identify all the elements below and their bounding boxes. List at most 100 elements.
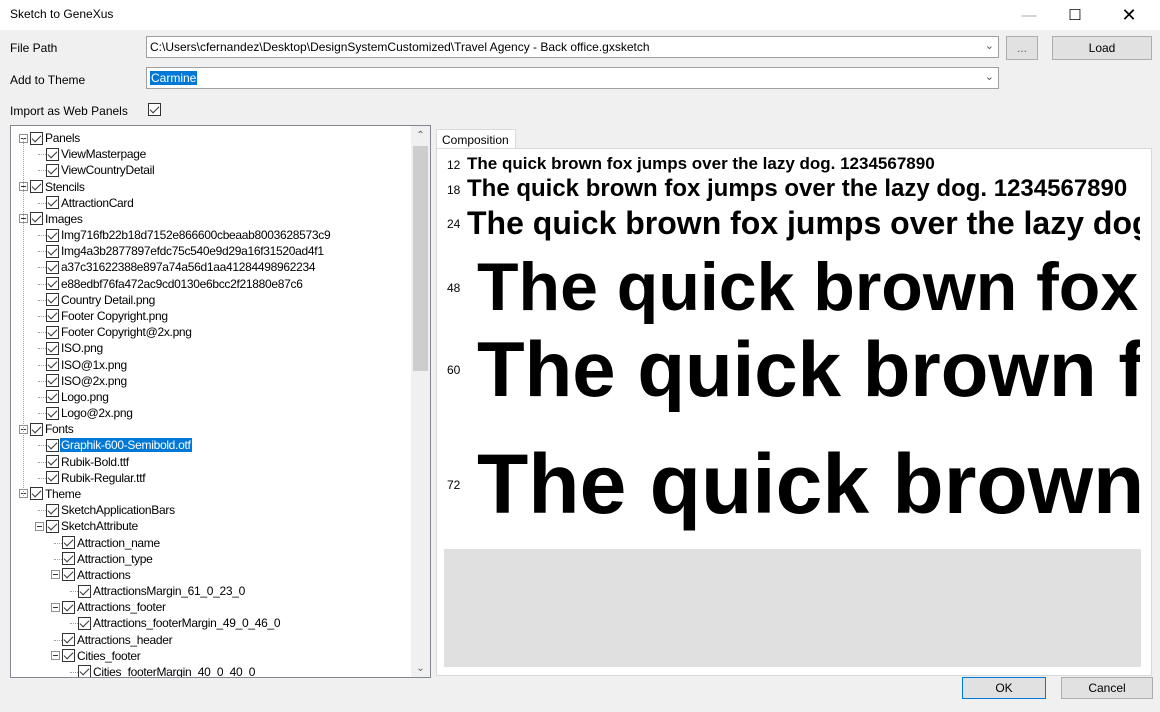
- tree-item-label: SketchAttribute: [61, 519, 138, 534]
- tree-checkbox[interactable]: [46, 358, 59, 372]
- tree-leaf[interactable]: AttractionCard: [46, 195, 135, 211]
- font-sample-row: 12 The quick brown fox jumps over the laz…: [437, 153, 1140, 175]
- tree-checkbox[interactable]: [46, 374, 59, 388]
- tree-checkbox[interactable]: [46, 228, 59, 242]
- tree-checkbox[interactable]: [62, 568, 75, 582]
- scroll-up-icon[interactable]: ⌃: [411, 126, 430, 144]
- tree-leaf[interactable]: Graphik-600-Semibold.otf: [46, 437, 193, 454]
- theme-combo[interactable]: Carmine ⌄: [146, 67, 999, 89]
- tree-checkbox[interactable]: [46, 438, 59, 452]
- tree-checkbox[interactable]: [30, 212, 43, 226]
- asset-tree[interactable]: Panels ViewMasterpage ViewCountryDetail Ste…: [10, 125, 431, 678]
- tree-checkbox[interactable]: [78, 584, 91, 598]
- tree-checkbox[interactable]: [46, 260, 59, 274]
- import-checkbox[interactable]: [148, 103, 161, 116]
- tree-checkbox[interactable]: [62, 600, 75, 614]
- tree-checkbox[interactable]: [46, 147, 59, 161]
- tree-node[interactable]: Panels: [19, 130, 81, 146]
- tree-leaf[interactable]: Footer Copyright@2x.png: [46, 324, 193, 340]
- tree-node[interactable]: SketchAttribute: [35, 518, 139, 534]
- tree-checkbox[interactable]: [78, 616, 91, 630]
- tree-node[interactable]: Images: [19, 211, 84, 227]
- collapse-icon[interactable]: [51, 602, 60, 612]
- tab-composition[interactable]: Composition: [436, 129, 516, 149]
- chevron-down-icon[interactable]: ⌄: [985, 70, 994, 83]
- tree-connector: [38, 315, 46, 317]
- tree-checkbox[interactable]: [46, 471, 59, 485]
- tree-checkbox[interactable]: [46, 390, 59, 404]
- tree-checkbox[interactable]: [46, 309, 59, 323]
- minimize-icon[interactable]: —: [1006, 0, 1052, 30]
- tree-leaf[interactable]: Rubik-Bold.ttf: [46, 454, 130, 470]
- tree-checkbox[interactable]: [62, 633, 75, 647]
- tree-leaf[interactable]: AttractionsMargin_61_0_23_0: [78, 583, 246, 599]
- tree-node[interactable]: Fonts: [19, 421, 75, 437]
- tree-leaf[interactable]: ISO@1x.png: [46, 357, 128, 373]
- file-path-combo[interactable]: C:\Users\cfernandez\Desktop\DesignSystem…: [146, 36, 999, 58]
- tree-checkbox[interactable]: [30, 422, 43, 436]
- tree-checkbox[interactable]: [46, 519, 59, 533]
- tree-leaf[interactable]: Cities_footerMargin_40_0_40_0: [78, 664, 256, 677]
- tree-leaf[interactable]: ISO.png: [46, 340, 104, 356]
- scroll-thumb[interactable]: [413, 146, 428, 371]
- tree-checkbox[interactable]: [46, 455, 59, 469]
- scroll-down-icon[interactable]: ⌄: [411, 659, 430, 677]
- tree-node[interactable]: Attractions: [51, 567, 131, 583]
- tree-leaf[interactable]: Rubik-Regular.ttf: [46, 470, 146, 486]
- tree-checkbox[interactable]: [46, 163, 59, 177]
- close-icon[interactable]: ✕: [1106, 0, 1152, 30]
- tree-checkbox[interactable]: [62, 552, 75, 566]
- tree-checkbox[interactable]: [46, 341, 59, 355]
- tree-leaf[interactable]: e88edbf76fa472ac9cd0130e6bcc2f21880e87c6: [46, 276, 304, 292]
- tree-checkbox[interactable]: [78, 665, 91, 677]
- tree-leaf[interactable]: ViewMasterpage: [46, 146, 147, 162]
- tree-checkbox[interactable]: [46, 244, 59, 258]
- tree-checkbox[interactable]: [30, 180, 43, 194]
- tree-leaf[interactable]: Country Detail.png: [46, 292, 156, 308]
- tree-checkbox[interactable]: [62, 649, 75, 663]
- tree-checkbox[interactable]: [46, 196, 59, 210]
- tree-checkbox[interactable]: [46, 277, 59, 291]
- cancel-button[interactable]: Cancel: [1061, 677, 1153, 699]
- tree-node[interactable]: Cities_footer: [51, 648, 141, 664]
- tree-leaf[interactable]: ViewCountryDetail: [46, 162, 155, 178]
- tree-leaf[interactable]: Attraction_type: [62, 551, 154, 567]
- tree-leaf[interactable]: Img716fb22b18d7152e866600cbeaab800362857…: [46, 227, 331, 243]
- collapse-icon[interactable]: [51, 570, 60, 580]
- tree-checkbox[interactable]: [46, 325, 59, 339]
- maximize-icon[interactable]: ☐: [1052, 0, 1098, 30]
- font-size-label: 72: [447, 478, 461, 492]
- font-sample-text: The quick brown fox jumps over the lazy …: [467, 205, 1140, 241]
- tree-node[interactable]: Stencils: [19, 179, 86, 195]
- tree-leaf[interactable]: a37c31622388e897a74a56d1aa41284498962234: [46, 259, 316, 275]
- file-path-label: File Path: [10, 41, 58, 55]
- tree-node[interactable]: Theme: [19, 486, 82, 502]
- tree-checkbox[interactable]: [62, 536, 75, 549]
- collapse-icon[interactable]: [35, 521, 44, 531]
- collapse-icon[interactable]: [51, 651, 60, 661]
- tree-leaf[interactable]: Img4a3b2877897efdc75c540e9d29a16f31520ad…: [46, 243, 325, 259]
- tree-node[interactable]: Attractions_footer: [51, 599, 167, 615]
- tree-leaf[interactable]: Attraction_name: [62, 535, 161, 551]
- tree-checkbox[interactable]: [30, 131, 43, 145]
- tree-connector: [38, 348, 46, 350]
- tree-leaf[interactable]: SketchApplicationBars: [46, 502, 176, 518]
- tree-item-label: Attraction_name: [77, 535, 160, 550]
- tree-item-label: Footer Copyright@2x.png: [61, 325, 192, 340]
- tree-leaf[interactable]: ISO@2x.png: [46, 373, 128, 389]
- tree-leaf[interactable]: Footer Copyright.png: [46, 308, 169, 324]
- tree-checkbox[interactable]: [30, 487, 43, 501]
- tree-leaf[interactable]: Logo@2x.png: [46, 405, 134, 421]
- tree-checkbox[interactable]: [46, 503, 59, 517]
- browse-button[interactable]: ...: [1006, 36, 1038, 60]
- tree-leaf[interactable]: Attractions_header: [62, 632, 173, 648]
- tree-leaf[interactable]: Attractions_footerMargin_49_0_46_0: [78, 615, 281, 631]
- tree-checkbox[interactable]: [46, 406, 59, 420]
- chevron-down-icon[interactable]: ⌄: [985, 39, 994, 52]
- ok-button[interactable]: OK: [962, 677, 1046, 699]
- tree-checkbox[interactable]: [46, 293, 59, 307]
- tree-item-label: Theme: [45, 486, 81, 501]
- tree-leaf[interactable]: Logo.png: [46, 389, 110, 405]
- load-button[interactable]: Load: [1052, 36, 1152, 60]
- tree-scrollbar[interactable]: ⌃ ⌄: [411, 126, 430, 677]
